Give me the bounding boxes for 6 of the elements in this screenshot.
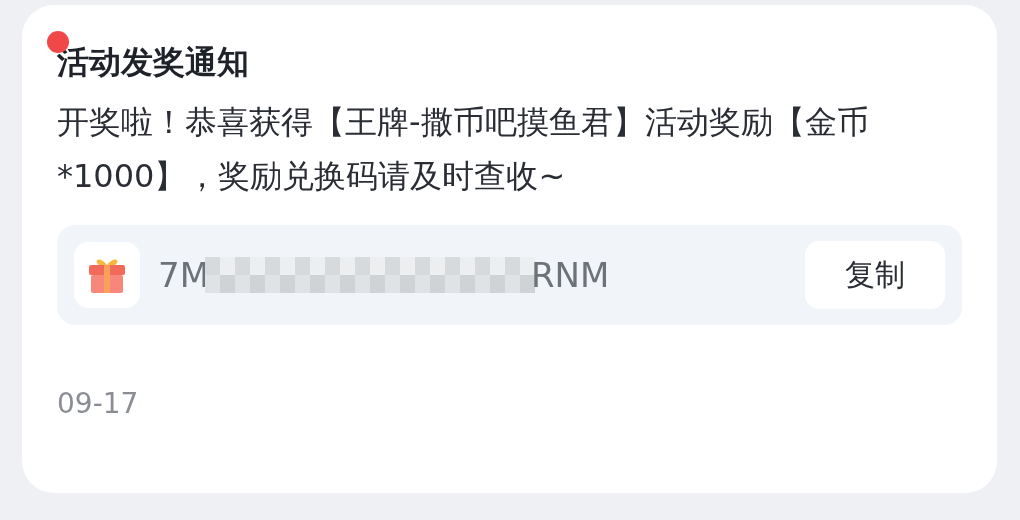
code-text: RNM — [530, 255, 610, 296]
copy-button[interactable]: 复制 — [805, 241, 945, 310]
notice-message: 开奖啦！恭喜获得【王牌-撒币吧摸鱼君】活动奖励【金币*1000】，奖励兑换码请及时查收~ — [57, 102, 870, 198]
notice-date: 09-17 — [57, 387, 140, 421]
notice-title: 活动发奖通知 — [57, 43, 249, 81]
gift-icon — [74, 242, 140, 309]
